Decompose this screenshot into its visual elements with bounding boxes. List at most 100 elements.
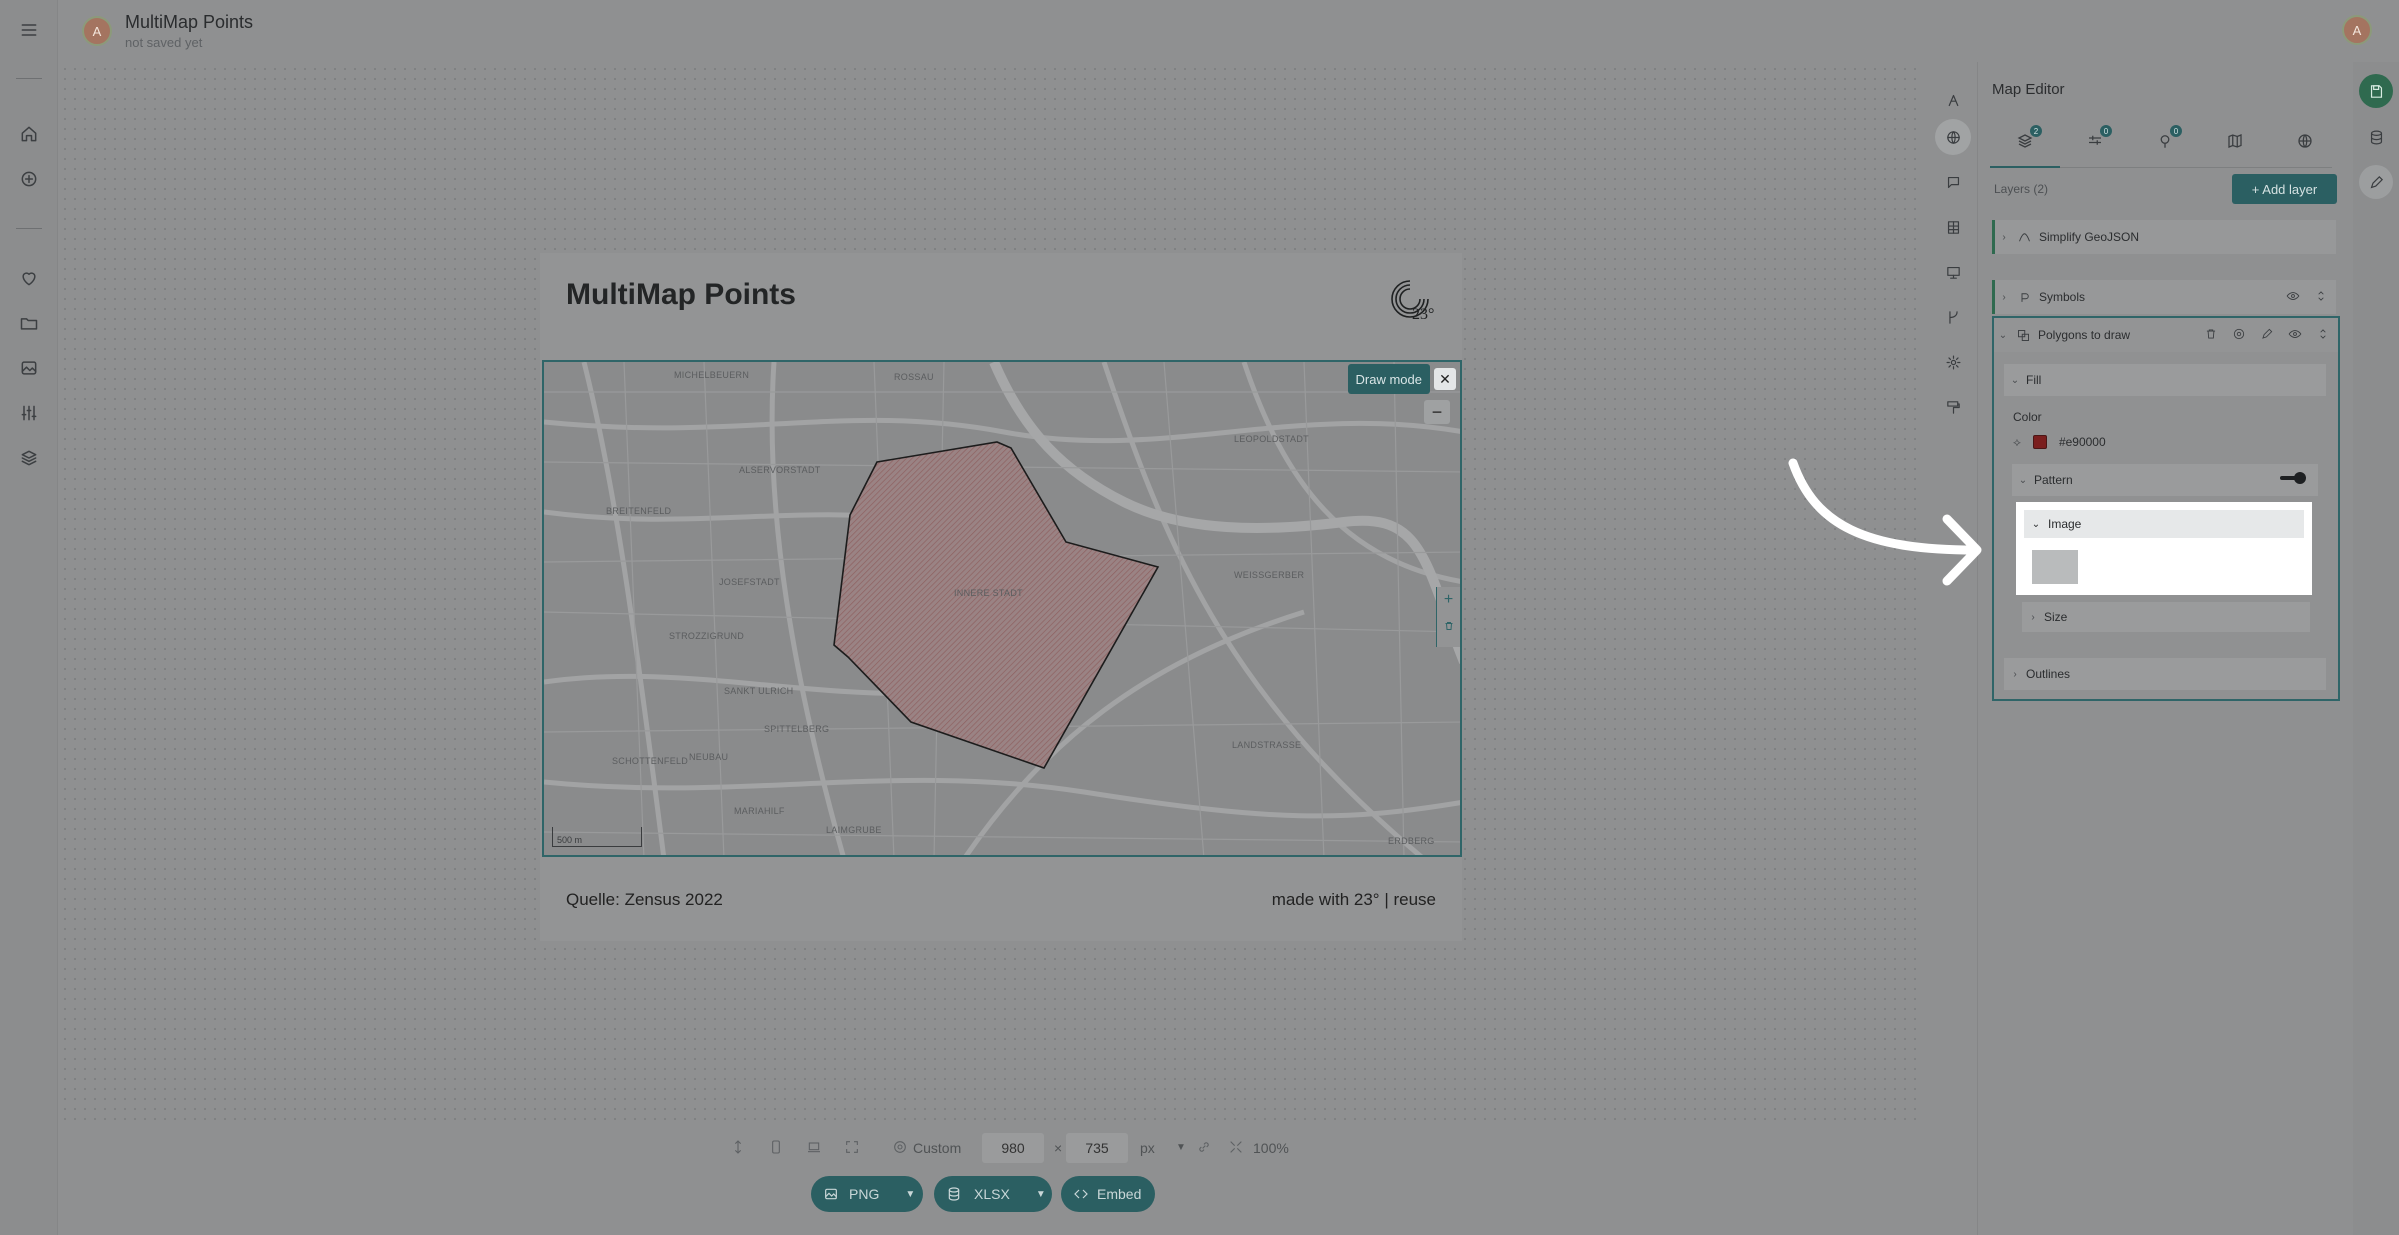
color-picker[interactable]: ⟡ #e90000 xyxy=(2013,432,2106,452)
color-swatch[interactable] xyxy=(2032,435,2047,449)
zoom-fit-icon[interactable] xyxy=(1228,1139,1244,1155)
tab-layers[interactable]: 2 xyxy=(1990,118,2060,228)
reorder-icon[interactable] xyxy=(2314,289,2328,303)
document-title[interactable]: MultiMap Points xyxy=(125,12,253,33)
save-button[interactable] xyxy=(2359,74,2393,108)
table-icon[interactable] xyxy=(1935,209,1971,245)
embed-label: Embed xyxy=(1097,1186,1142,1202)
chevron-down-icon[interactable]: ⌄ xyxy=(1994,330,2012,341)
tab-map[interactable] xyxy=(2200,118,2270,228)
heart-icon[interactable] xyxy=(14,263,44,293)
edit-button[interactable] xyxy=(2359,165,2393,199)
layer-item-simplify-geojson[interactable]: › Simplify GeoJSON xyxy=(1992,220,2336,254)
chevron-right-icon: › xyxy=(2031,611,2035,623)
mobile-icon[interactable] xyxy=(768,1139,784,1155)
layer-item-polygons[interactable]: ⌄ Polygons to draw xyxy=(1994,318,2338,352)
add-vertex-button[interactable]: + xyxy=(1437,587,1460,613)
height-input[interactable]: 735 xyxy=(1066,1133,1128,1163)
image-icon[interactable] xyxy=(14,353,44,383)
polygon-icon xyxy=(2012,328,2034,343)
paint-bucket-icon: ⟡ xyxy=(2013,434,2021,449)
chevron-down-icon[interactable]: ▼ xyxy=(905,1189,915,1200)
unit-select[interactable]: px xyxy=(1140,1140,1155,1156)
svg-text:23°: 23° xyxy=(1412,306,1434,323)
color-value[interactable]: #e90000 xyxy=(2059,435,2106,449)
layer-item-symbols[interactable]: › Symbols xyxy=(1992,280,2336,314)
globe-icon[interactable] xyxy=(1935,119,1971,155)
card-title[interactable]: MultiMap Points xyxy=(566,278,796,312)
save-icon xyxy=(2370,84,2382,98)
eye-icon[interactable] xyxy=(2286,289,2300,303)
zoom-out-button[interactable]: − xyxy=(1424,400,1450,424)
source-note[interactable]: Quelle: Zensus 2022 xyxy=(566,890,723,910)
code-icon xyxy=(1074,1189,1088,1199)
street-network xyxy=(544,362,1460,855)
gear-icon[interactable] xyxy=(892,1139,908,1155)
tab-badge: 0 xyxy=(2170,125,2182,137)
size-label: Size xyxy=(2044,610,2068,624)
outlines-section-header[interactable]: › Outlines xyxy=(2004,658,2326,690)
right-action-strip xyxy=(2353,62,2399,1235)
portrait-icon[interactable] xyxy=(730,1139,746,1155)
project-avatar[interactable]: A xyxy=(82,16,112,46)
fullscreen-icon[interactable] xyxy=(844,1139,860,1155)
delete-shape-button[interactable] xyxy=(1437,613,1460,639)
width-input[interactable]: 980 xyxy=(982,1133,1044,1163)
comment-icon[interactable] xyxy=(1935,164,1971,200)
export-xlsx-button[interactable]: XLSX ▼ xyxy=(934,1176,1052,1212)
add-circle-icon[interactable] xyxy=(14,164,44,194)
pattern-section-header[interactable]: ⌄ Pattern xyxy=(2012,464,2318,496)
paint-roller-icon[interactable] xyxy=(1935,389,1971,425)
trash-icon[interactable] xyxy=(2204,327,2218,341)
image-section-header[interactable]: ⌄ Image xyxy=(2024,510,2304,538)
link-icon[interactable] xyxy=(1196,1139,1212,1155)
chevron-down-icon[interactable]: ▼ xyxy=(1176,1142,1186,1153)
map-label: ERDBERG xyxy=(1388,836,1435,846)
rail-divider xyxy=(16,78,42,79)
chevron-right-icon[interactable]: › xyxy=(1995,232,2013,243)
laptop-icon[interactable] xyxy=(806,1139,822,1155)
fill-label: Fill xyxy=(2026,373,2042,387)
size-preset[interactable]: Custom xyxy=(913,1140,961,1156)
tab-globe[interactable] xyxy=(2270,118,2340,228)
database-icon xyxy=(2370,130,2382,144)
settings-icon[interactable] xyxy=(2232,327,2246,341)
home-icon[interactable] xyxy=(14,119,44,149)
presentation-icon[interactable] xyxy=(1935,254,1971,290)
close-draw-mode-button[interactable]: ✕ xyxy=(1434,368,1456,390)
map-label: NEUBAU xyxy=(689,752,729,762)
map-label: LEOPOLDSTADT xyxy=(1234,434,1309,444)
user-avatar[interactable]: A xyxy=(2342,15,2372,45)
globe-icon xyxy=(2298,134,2312,148)
reorder-icon[interactable] xyxy=(2316,327,2330,341)
size-section-header[interactable]: › Size xyxy=(2022,602,2310,632)
branch-icon[interactable] xyxy=(1935,299,1971,335)
export-png-button[interactable]: PNG ▼ xyxy=(811,1176,923,1212)
embed-button[interactable]: Embed xyxy=(1061,1176,1155,1212)
settings-icon[interactable] xyxy=(1935,344,1971,380)
menu-icon[interactable] xyxy=(14,15,44,45)
tab-filters[interactable]: 0 xyxy=(2060,118,2130,228)
pattern-toggle[interactable] xyxy=(2280,472,2306,484)
zoom-level: 100% xyxy=(1253,1140,1289,1156)
xlsx-label: XLSX xyxy=(974,1186,1010,1202)
text-icon[interactable] xyxy=(1935,82,1971,118)
add-layer-button[interactable]: + Add layer xyxy=(2232,174,2337,204)
pattern-image-thumbnail[interactable] xyxy=(2032,550,2078,584)
map-label: SCHOTTENFELD xyxy=(612,756,689,766)
layer-name: Simplify GeoJSON xyxy=(2039,230,2140,244)
chevron-right-icon[interactable]: › xyxy=(1995,292,2013,303)
tab-pins[interactable]: 0 xyxy=(2130,118,2200,228)
eye-icon[interactable] xyxy=(2288,327,2302,341)
folder-icon[interactable] xyxy=(14,308,44,338)
chevron-down-icon: ⌄ xyxy=(2010,374,2020,386)
pencil-icon[interactable] xyxy=(2260,327,2274,341)
chevron-right-icon: › xyxy=(2013,668,2017,680)
layers-icon[interactable] xyxy=(14,443,44,473)
database-button[interactable] xyxy=(2359,120,2393,154)
pattern-label: Pattern xyxy=(2034,473,2073,487)
sliders-icon[interactable] xyxy=(14,398,44,428)
chevron-down-icon[interactable]: ▼ xyxy=(1036,1189,1046,1200)
map-view[interactable]: MICHELBEUERN ROSSAU LEOPOLDSTADT ALSERVO… xyxy=(542,360,1462,857)
fill-section-header[interactable]: ⌄ Fill xyxy=(2004,364,2326,396)
